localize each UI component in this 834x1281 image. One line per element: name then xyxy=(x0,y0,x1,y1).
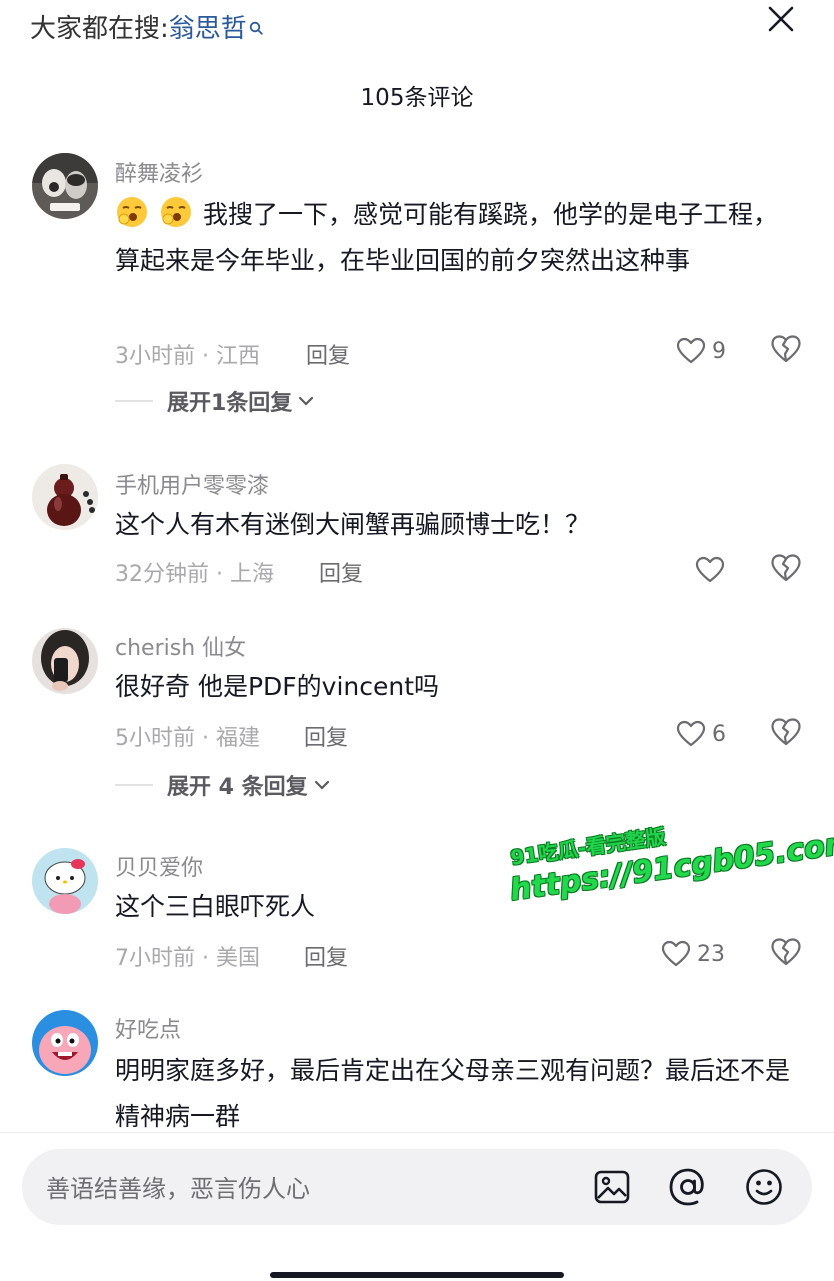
comment-input[interactable]: 善语结善缘，恶言伤人心 xyxy=(22,1149,812,1225)
search-prefix: 大家都在搜: xyxy=(30,14,169,44)
avatar[interactable] xyxy=(32,1010,98,1076)
comment-body: 我搜了一下，感觉可能有蹊跷，他学的是电子工程，算起来是今年毕业，在毕业回国的前夕… xyxy=(115,200,779,275)
home-indicator xyxy=(270,1272,564,1278)
mention-icon[interactable] xyxy=(668,1167,708,1207)
search-suggestion[interactable]: 大家都在搜:翁思哲 xyxy=(30,8,263,45)
heart-icon xyxy=(661,940,691,967)
search-keyword[interactable]: 翁思哲 xyxy=(169,14,247,44)
comment-text: 明明家庭多好，最后肯定出在父母亲三观有问题？最后还不是精神病一群 xyxy=(115,1056,791,1131)
comment-username[interactable]: 醉舞凌衫 xyxy=(115,156,203,188)
avatar[interactable] xyxy=(32,848,98,914)
dislike-button[interactable] xyxy=(770,553,804,587)
reply-button[interactable]: 回复 xyxy=(304,720,348,752)
chevron-down-icon xyxy=(299,396,314,406)
comment-count: 105条评论 xyxy=(360,85,474,111)
comment-text: 这个人有木有迷倒大闸蟹再骗顾博士吃！？ xyxy=(115,510,591,539)
expand-replies-button[interactable]: 展开 4 条回复 xyxy=(115,770,330,800)
heart-icon xyxy=(676,720,706,747)
chevron-down-icon xyxy=(314,780,329,790)
comment-time-location: 32分钟前 · 上海 xyxy=(115,562,274,587)
comment-username[interactable]: 手机用户零零漆 xyxy=(115,468,269,500)
like-button[interactable]: 23 xyxy=(661,937,725,971)
reply-button[interactable]: 回复 xyxy=(304,940,348,972)
comment-input-bar: 善语结善缘，恶言伤人心 xyxy=(0,1132,834,1281)
comment-input-placeholder: 善语结善缘，恶言伤人心 xyxy=(46,1175,310,1203)
heart-icon xyxy=(695,556,725,583)
comment-username[interactable]: cherish 仙女 xyxy=(115,630,246,662)
heart-icon xyxy=(676,337,706,364)
avatar[interactable] xyxy=(32,153,98,219)
comment-username[interactable]: 贝贝爱你 xyxy=(115,850,203,882)
yawning-face-icon xyxy=(115,195,149,229)
close-icon[interactable] xyxy=(766,4,796,34)
broken-heart-icon xyxy=(771,554,801,582)
top-bar: 大家都在搜:翁思哲 xyxy=(0,0,834,60)
expand-replies-label: 展开 4 条回复 xyxy=(167,775,308,800)
comment-text: 很好奇 他是PDF的vincent吗 xyxy=(115,672,440,701)
broken-heart-icon xyxy=(771,718,801,746)
like-button[interactable]: 6 xyxy=(676,717,726,751)
comment-time-location: 7小时前 · 美国 xyxy=(115,946,260,971)
avatar[interactable] xyxy=(32,464,98,530)
image-icon[interactable] xyxy=(592,1167,632,1207)
reply-button[interactable]: 回复 xyxy=(306,338,350,370)
avatar[interactable] xyxy=(32,628,98,694)
comment-time-location: 5小时前 · 福建 xyxy=(115,726,260,751)
like-button[interactable] xyxy=(695,553,731,587)
like-button[interactable]: 9 xyxy=(676,334,726,368)
divider xyxy=(115,784,153,786)
comment-time-location: 3小时前 · 江西 xyxy=(115,344,260,369)
broken-heart-icon xyxy=(771,938,801,966)
dislike-button[interactable] xyxy=(770,937,804,971)
like-count: 6 xyxy=(712,721,726,747)
yawning-face-icon xyxy=(159,195,193,229)
like-count: 23 xyxy=(697,941,725,967)
search-icon xyxy=(249,12,263,42)
comment-text: 我搜了一下，感觉可能有蹊跷，他学的是电子工程，算起来是今年毕业，在毕业回国的前夕… xyxy=(115,192,795,284)
divider xyxy=(115,400,153,402)
dislike-button[interactable] xyxy=(770,334,804,368)
expand-replies-label: 展开1条回复 xyxy=(167,391,293,416)
reply-button[interactable]: 回复 xyxy=(319,556,363,588)
like-count: 9 xyxy=(712,338,726,364)
comment-username[interactable]: 好吃点 xyxy=(115,1012,181,1044)
expand-replies-button[interactable]: 展开1条回复 xyxy=(115,386,314,416)
broken-heart-icon xyxy=(771,335,801,363)
emoji-icon[interactable] xyxy=(744,1167,784,1207)
dislike-button[interactable] xyxy=(770,717,804,751)
